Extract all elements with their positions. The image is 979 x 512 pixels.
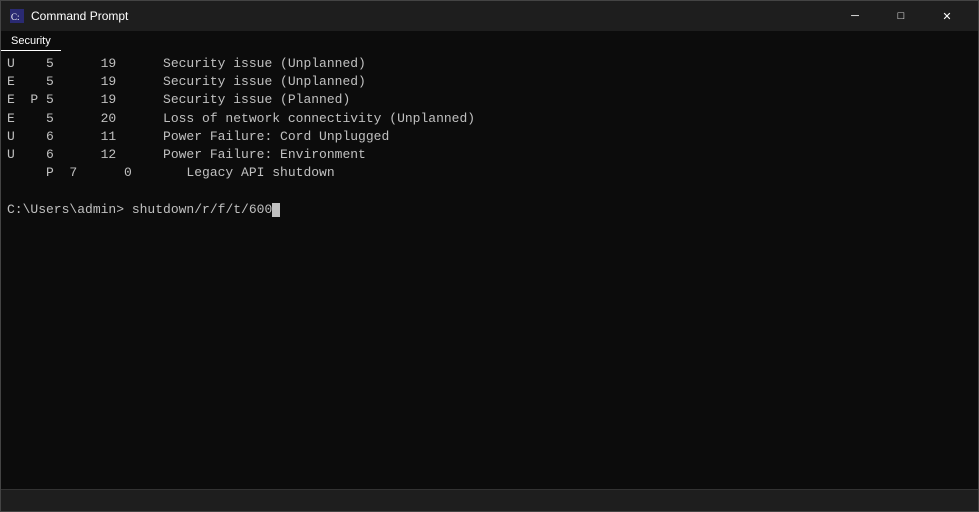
- close-button[interactable]: ✕: [924, 1, 970, 31]
- terminal-line: U 5 19 Security issue (Unplanned): [7, 55, 972, 73]
- terminal-line: E 5 19 Security issue (Unplanned): [7, 73, 972, 91]
- status-bar: [1, 489, 978, 511]
- terminal-line: E 5 20 Loss of network connectivity (Unp…: [7, 110, 972, 128]
- terminal-line: U 6 12 Power Failure: Environment: [7, 146, 972, 164]
- svg-text:C:: C:: [11, 12, 20, 22]
- terminal-line: P 7 0 Legacy API shutdown: [7, 164, 972, 182]
- terminal-line: U 6 11 Power Failure: Cord Unplugged: [7, 128, 972, 146]
- prompt-line: C:\Users\admin> shutdown/r/f/t/600: [7, 201, 972, 219]
- prompt-text: C:\Users\admin>: [7, 201, 132, 219]
- terminal-blank-line: [7, 182, 972, 200]
- command-prompt-window: C: Command Prompt ─ □ ✕ Security U 5 19 …: [0, 0, 979, 512]
- app-icon: C:: [9, 8, 25, 24]
- window-title: Command Prompt: [31, 9, 832, 23]
- terminal-line: E P 5 19 Security issue (Planned): [7, 91, 972, 109]
- command-text: shutdown/r/f/t/600: [132, 201, 272, 219]
- title-bar: C: Command Prompt ─ □ ✕: [1, 1, 978, 31]
- terminal-body[interactable]: U 5 19 Security issue (Unplanned) E 5 19…: [1, 51, 978, 489]
- window-controls: ─ □ ✕: [832, 1, 970, 31]
- cursor: [272, 203, 280, 217]
- tab-bar: Security: [1, 31, 978, 51]
- minimize-button[interactable]: ─: [832, 1, 878, 31]
- maximize-button[interactable]: □: [878, 1, 924, 31]
- tab-security[interactable]: Security: [1, 31, 61, 51]
